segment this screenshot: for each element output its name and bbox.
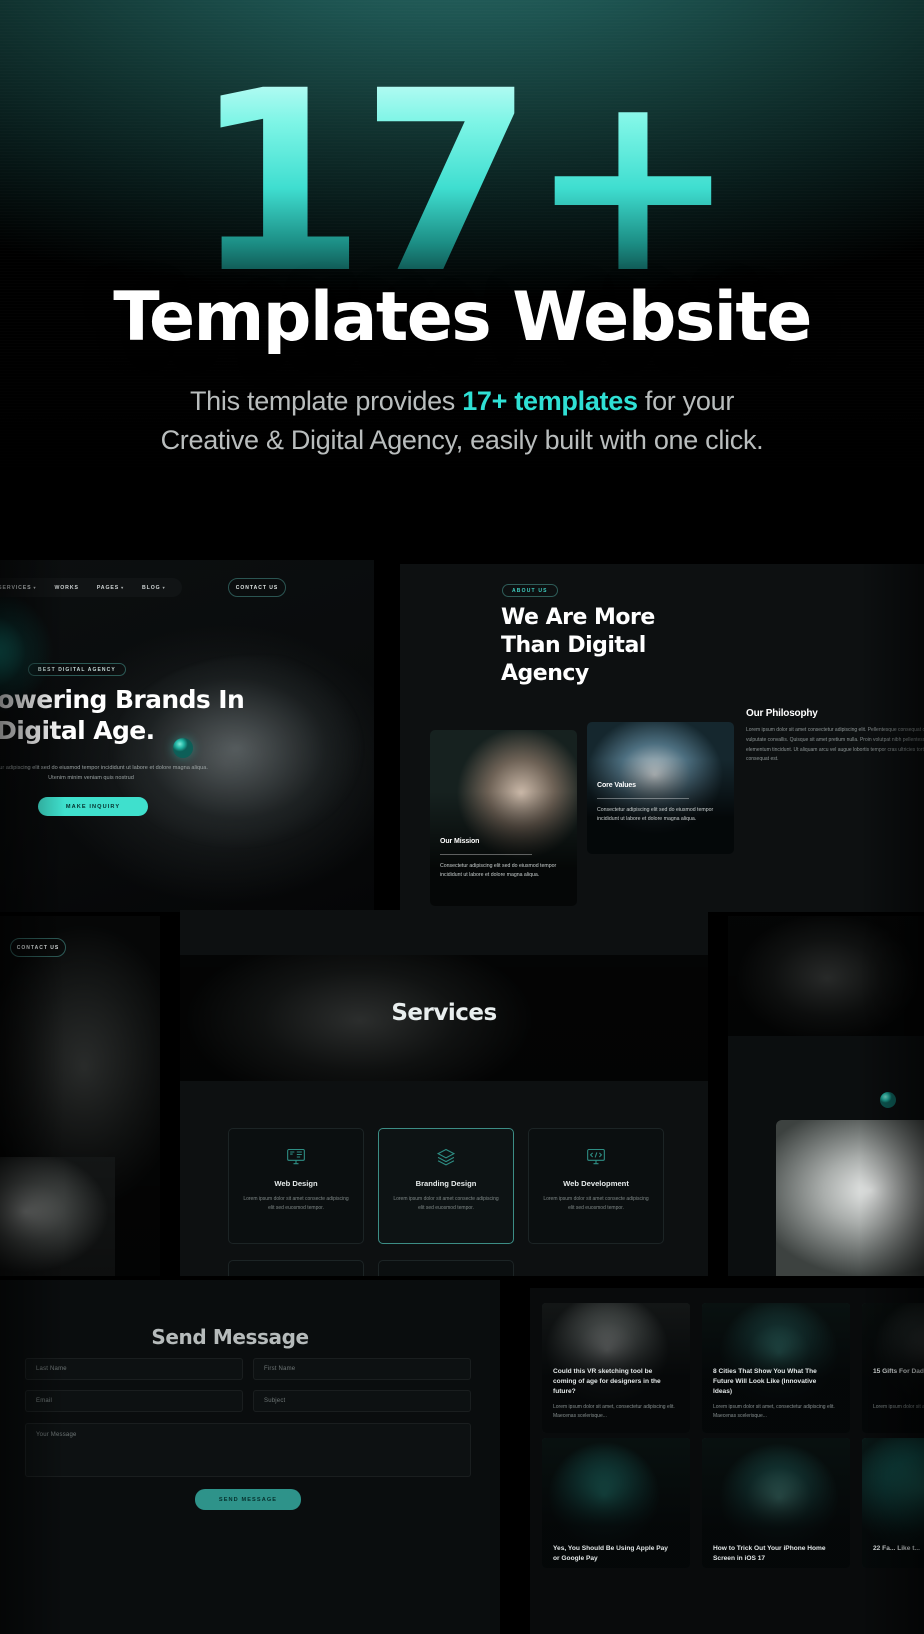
- hero-sub-part2: for your: [637, 386, 735, 416]
- nav-item-works-label: WORKS: [54, 584, 79, 591]
- last-name-input[interactable]: Last Name: [25, 1358, 243, 1380]
- hero-section: 17+ Templates Website This template prov…: [0, 0, 924, 560]
- blog-row-2: Yes, You Should Be Using Apple Pay or Go…: [542, 1438, 924, 1568]
- nav-item-blog[interactable]: BLOG ▾: [133, 585, 175, 591]
- about-mission-title: Our Mission: [440, 838, 480, 845]
- hero-sub-part1: This template provides: [189, 386, 463, 416]
- about-heading: We Are More Than Digital Agency: [501, 605, 655, 687]
- home-eyebrow-tag: BEST DIGITAL AGENCY: [28, 663, 126, 676]
- blog-card[interactable]: Yes, You Should Be Using Apple Pay or Go…: [542, 1438, 690, 1568]
- service-title: Branding Design: [415, 1179, 477, 1188]
- service-desc: Lorem ipsum dolor sit amet consecte adip…: [393, 1196, 499, 1212]
- service-card-web-design[interactable]: Web Design Lorem ipsum dolor sit amet co…: [228, 1128, 364, 1244]
- service-title: Web Development: [563, 1179, 629, 1188]
- blog-card[interactable]: 8 Cities That Show You What The Future W…: [702, 1303, 850, 1433]
- service-title: Web Design: [274, 1179, 318, 1188]
- service-desc: Lorem ipsum dolor sit amet consecte adip…: [543, 1196, 649, 1212]
- preview-home-panel[interactable]: HOME SERVICES ▾ WORKS PAGES ▾ BLOG ▾ CON…: [0, 560, 374, 912]
- chevron-down-icon: ▾: [33, 585, 37, 590]
- hero-big-number: 17+: [0, 58, 924, 308]
- chevron-down-icon: ▾: [162, 585, 166, 590]
- portfolio-product-image: [776, 1120, 924, 1276]
- nav-item-pages-label: PAGES: [96, 584, 120, 591]
- nav-item-works[interactable]: WORKS: [45, 585, 87, 591]
- preview-home-navbar[interactable]: HOME SERVICES ▾ WORKS PAGES ▾ BLOG ▾: [0, 578, 182, 597]
- layers-icon: [436, 1147, 456, 1167]
- blog-title: Yes, You Should Be Using Apple Pay or Go…: [553, 1545, 668, 1563]
- subject-input[interactable]: Subject: [253, 1390, 471, 1412]
- home-lead-text: Consectetur adipiscing elit sed do eiusm…: [0, 765, 208, 781]
- web-development-icon: [586, 1147, 606, 1167]
- blog-title: How to Trick Out Your iPhone Home Screen…: [713, 1545, 826, 1563]
- about-philosophy-title: Our Philosophy: [746, 708, 818, 719]
- blog-excerpt: Lorem ipsum dolor sit amet, consectetur …: [553, 1404, 675, 1419]
- portfolio-accent-dot: [880, 1092, 896, 1108]
- side-contact-us-button[interactable]: CONTACT US: [10, 938, 66, 957]
- preview-services-panel[interactable]: Services Web Design Lorem ipsum dolor si…: [180, 910, 708, 1276]
- send-message-button[interactable]: SEND MESSAGE: [195, 1489, 301, 1510]
- blog-title: 15 Gifts For Dad. Year: [873, 1368, 924, 1375]
- home-heading: Empowering Brands In The Digital Age.: [0, 685, 245, 745]
- blog-title: Could this VR sketching tool be coming o…: [553, 1368, 661, 1396]
- services-heading: Services: [391, 1000, 497, 1026]
- chevron-down-icon: ▾: [121, 585, 125, 590]
- about-mission-rule: [440, 854, 532, 855]
- service-card-target[interactable]: [378, 1260, 514, 1276]
- blog-row-1: Could this VR sketching tool be coming o…: [542, 1303, 924, 1433]
- home-contact-us-button[interactable]: CONTACT US: [228, 578, 286, 597]
- blog-card[interactable]: 15 Gifts For Dad. Year Lorem ipsum dolor…: [862, 1303, 924, 1433]
- blog-card[interactable]: Could this VR sketching tool be coming o…: [542, 1303, 690, 1433]
- about-mission-text: Consectetur adipiscing elit sed do eiusm…: [440, 863, 557, 879]
- about-core-values-card[interactable]: Core Values Consectetur adipiscing elit …: [587, 722, 734, 854]
- service-desc: Lorem ipsum dolor sit amet consecte adip…: [243, 1196, 349, 1212]
- about-values-title: Core Values: [597, 782, 636, 789]
- portfolio-photo-top: [728, 916, 924, 1036]
- about-mission-card[interactable]: Our Mission Consectetur adipiscing elit …: [430, 730, 577, 906]
- service-card-seo[interactable]: [228, 1260, 364, 1276]
- hero-title: Templates Website: [113, 278, 812, 357]
- blog-card[interactable]: How to Trick Out Your iPhone Home Screen…: [702, 1438, 850, 1568]
- hero-sub-highlight: 17+ templates: [462, 386, 638, 416]
- nav-item-services-label: SERVICES: [0, 584, 32, 591]
- preview-blog-panel[interactable]: Could this VR sketching tool be coming o…: [530, 1288, 924, 1634]
- services-card-grid: Web Design Lorem ipsum dolor sit amet co…: [228, 1128, 664, 1244]
- service-card-web-development[interactable]: Web Development Lorem ipsum dolor sit am…: [528, 1128, 664, 1244]
- side-photo-bottom: [0, 1157, 115, 1276]
- preview-about-panel[interactable]: ABOUT US We Are More Than Digital Agency…: [400, 564, 924, 912]
- preview-contact-panel[interactable]: Send Message Last Name First Name Email …: [0, 1280, 500, 1634]
- web-design-icon: [286, 1147, 306, 1167]
- blog-title: 22 Fa... Like t...: [873, 1545, 920, 1552]
- preview-portfolio-panel[interactable]: [728, 916, 924, 1276]
- hero-subtitle: This template provides 17+ templates for…: [0, 382, 924, 460]
- first-name-input[interactable]: First Name: [253, 1358, 471, 1380]
- nav-item-blog-label: BLOG: [142, 584, 161, 591]
- template-previews-mosaic: HOME SERVICES ▾ WORKS PAGES ▾ BLOG ▾ CON…: [0, 560, 924, 1634]
- home-make-inquiry-button[interactable]: MAKE INQUIRY: [38, 797, 148, 816]
- about-eyebrow-tag: ABOUT US: [502, 584, 558, 597]
- nav-item-services[interactable]: SERVICES ▾: [0, 585, 45, 591]
- nav-item-pages[interactable]: PAGES ▾: [88, 585, 133, 591]
- preview-side-photo-panel[interactable]: CONTACT US: [0, 916, 160, 1276]
- contact-heading: Send Message: [151, 1325, 309, 1349]
- services-card-grid-row2: [228, 1260, 664, 1276]
- hero-sub-line2: Creative & Digital Agency, easily built …: [160, 425, 764, 456]
- blog-excerpt: Lorem ipsum dolor sit amet, consectetur …: [713, 1404, 835, 1419]
- email-input[interactable]: Email: [25, 1390, 243, 1412]
- message-textarea[interactable]: Your Message: [25, 1423, 471, 1477]
- about-philosophy-text: Lorem ipsum dolor sit amet consectetur a…: [746, 727, 924, 763]
- blog-title: 8 Cities That Show You What The Future W…: [713, 1368, 817, 1396]
- about-values-rule: [597, 798, 689, 799]
- blog-excerpt: Lorem ipsum dolor sit amet, consectetur …: [873, 1404, 924, 1410]
- service-card-branding-design[interactable]: Branding Design Lorem ipsum dolor sit am…: [378, 1128, 514, 1244]
- blog-card[interactable]: 22 Fa... Like t...: [862, 1438, 924, 1568]
- about-values-text: Consectetur adipiscing elit sed do eiusm…: [597, 807, 714, 823]
